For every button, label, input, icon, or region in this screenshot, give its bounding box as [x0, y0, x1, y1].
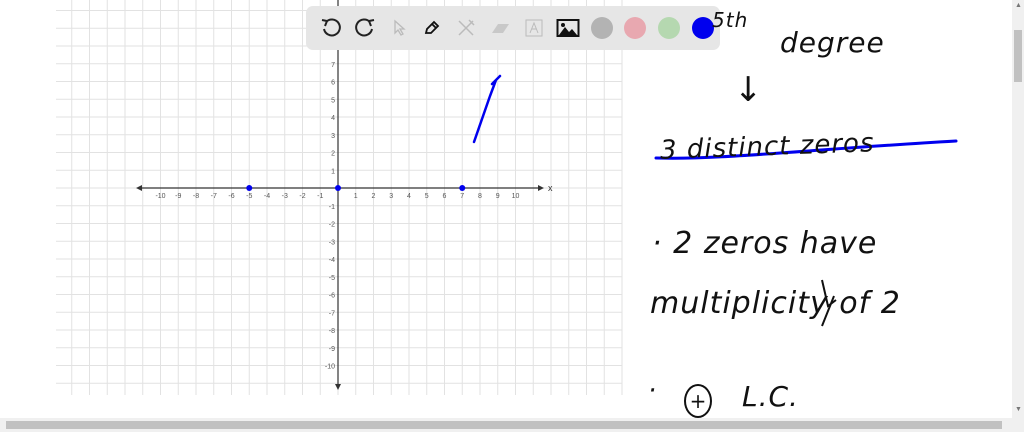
color-swatch-green	[658, 17, 681, 39]
eraser-button[interactable]	[483, 11, 517, 45]
image-icon	[556, 19, 580, 37]
horizontal-scrollbar[interactable]	[0, 418, 1024, 432]
x-tick-label: -3	[282, 193, 288, 200]
x-tick-label: -8	[193, 193, 199, 200]
undo-button[interactable]	[314, 11, 348, 45]
redo-icon	[354, 18, 374, 37]
x-tick-label: -7	[211, 193, 217, 200]
y-tick-label: -1	[329, 204, 335, 211]
y-tick-label: 2	[331, 151, 335, 158]
pen-icon	[425, 20, 440, 34]
x-tick-label: 4	[407, 193, 411, 200]
text-button[interactable]	[517, 11, 551, 45]
tools-button[interactable]	[449, 11, 483, 45]
x-axis-label: x	[548, 183, 553, 193]
x-tick-label: 10	[512, 193, 520, 200]
note-arrow: ↓	[734, 70, 764, 110]
x-tick-label: -10	[155, 193, 165, 200]
y-tick-label: -7	[329, 310, 335, 317]
note-degree: degree	[780, 26, 885, 59]
x-tick-label: 7	[460, 193, 464, 200]
eraser-icon	[492, 24, 510, 33]
color-swatch-gray	[590, 17, 613, 39]
y-tick-label: -5	[329, 275, 335, 282]
y-tick-label: -6	[329, 293, 335, 300]
pen-stroke-blue	[472, 74, 502, 144]
note-circled-sign: +	[684, 384, 712, 418]
scroll-down-icon[interactable]: ▼	[1015, 406, 1022, 413]
zero-point	[246, 185, 253, 191]
x-tick-label: 8	[478, 193, 482, 200]
y-tick-label: 3	[331, 133, 335, 140]
x-tick-label: 1	[354, 193, 358, 200]
x-tick-label: 6	[443, 193, 447, 200]
vertical-scroll-thumb[interactable]	[1014, 30, 1022, 82]
y-axis-arrow	[335, 384, 341, 390]
y-tick-label: 4	[331, 115, 335, 122]
y-tick-label: -8	[329, 328, 335, 335]
tools-icon	[458, 19, 475, 36]
vertical-scrollbar[interactable]: ▲ ▼	[1012, 0, 1024, 418]
color-gray[interactable]	[585, 11, 619, 45]
y-tick-label: -4	[329, 257, 335, 264]
x-tick-label: -1	[317, 193, 323, 200]
select-button[interactable]	[382, 11, 416, 45]
x-tick-label: -2	[299, 193, 305, 200]
y-tick-label: 1	[331, 168, 335, 175]
x-tick-label: 3	[389, 193, 393, 200]
note-multiplicity: multiplicity of 2	[650, 286, 901, 321]
note-two-zeros: · 2 zeros have	[652, 226, 878, 261]
color-swatch-blue	[692, 17, 715, 39]
drawing-toolbar	[306, 6, 720, 50]
color-green[interactable]	[652, 11, 686, 45]
scroll-up-icon[interactable]: ▲	[1015, 2, 1022, 9]
y-tick-label: -3	[329, 239, 335, 246]
x-tick-label: 5	[425, 193, 429, 200]
undo-icon	[321, 18, 341, 37]
pen-button[interactable]	[415, 11, 449, 45]
color-swatch-pink	[624, 17, 647, 39]
y-tick-label: -9	[329, 346, 335, 353]
y-tick-label: -2	[329, 222, 335, 229]
note-degree-superscript: 5th	[712, 8, 749, 32]
x-tick-label: -9	[175, 193, 181, 200]
x-tick-label: -4	[264, 193, 270, 200]
x-tick-label: -5	[246, 193, 252, 200]
y-tick-label: 7	[331, 62, 335, 69]
pointer-icon	[393, 19, 406, 36]
x-tick-label: -6	[228, 193, 234, 200]
zero-point	[335, 185, 341, 191]
x-tick-label: 9	[496, 193, 500, 200]
whiteboard-canvas[interactable]: x -10 -9 -8 -7 -6 -5 -4 -3 -2 -1 1 2 3 4 5 6 7 8 9 10 -10 -9 -8…	[0, 0, 1012, 418]
redo-button[interactable]	[348, 11, 382, 45]
note-bullet: ·	[648, 376, 658, 406]
y-tick-label: -10	[325, 364, 335, 371]
image-button[interactable]	[551, 11, 585, 45]
note-leading-coefficient: L.C.	[742, 380, 799, 413]
y-tick-label: 6	[331, 80, 335, 87]
text-box-icon	[525, 19, 543, 37]
horizontal-scroll-thumb[interactable]	[6, 421, 1002, 429]
x-tick-label: 2	[372, 193, 376, 200]
y-tick-label: 5	[331, 97, 335, 104]
color-pink[interactable]	[618, 11, 652, 45]
zero-point	[459, 185, 466, 191]
